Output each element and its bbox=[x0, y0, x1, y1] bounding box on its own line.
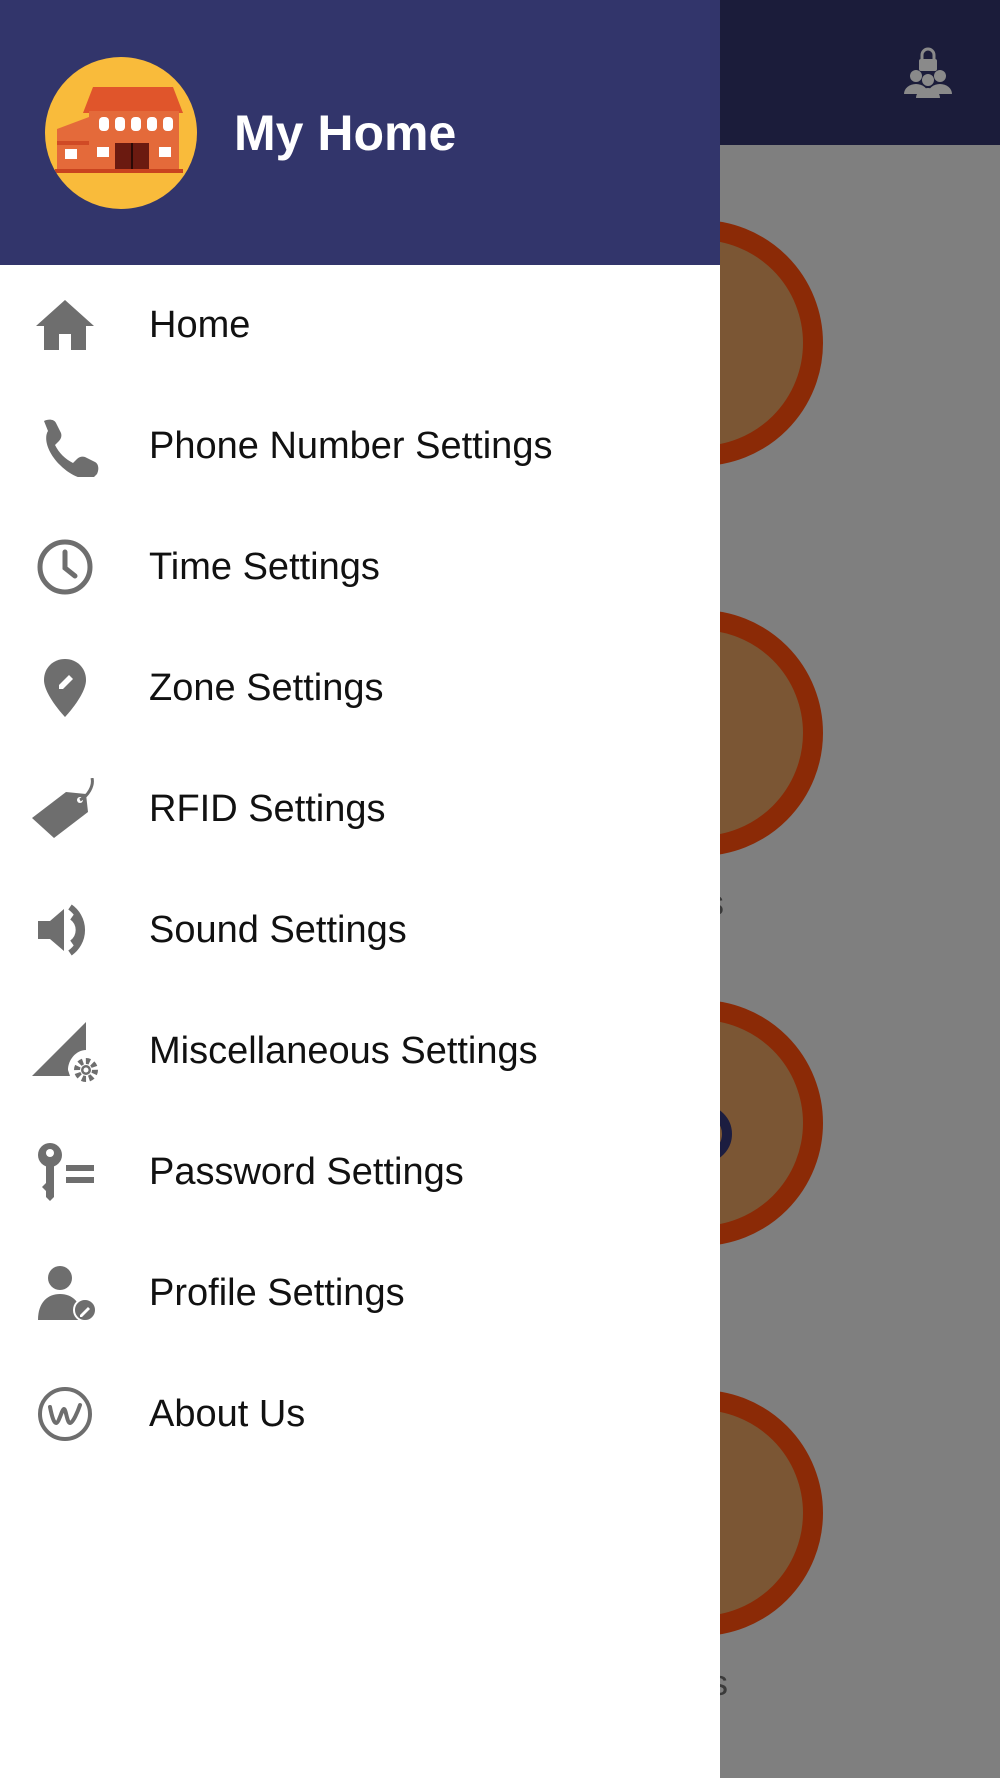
menu-item-about-us[interactable]: About Us bbox=[0, 1354, 720, 1475]
menu-item-time-settings[interactable]: Time Settings bbox=[0, 507, 720, 628]
home-avatar bbox=[45, 57, 197, 209]
menu-item-miscellaneous-settings[interactable]: Miscellaneous Settings bbox=[0, 991, 720, 1112]
menu-item-password-settings[interactable]: Password Settings bbox=[0, 1112, 720, 1233]
tag-icon bbox=[32, 778, 94, 838]
menu-item-label: Phone Number Settings bbox=[149, 425, 553, 467]
house-icon bbox=[55, 87, 183, 173]
users-lock-icon[interactable] bbox=[904, 46, 952, 98]
drawer-menu: Home Phone Number Settings Time Settings… bbox=[0, 265, 720, 1475]
menu-item-zone-settings[interactable]: Zone Settings bbox=[0, 628, 720, 749]
menu-item-rfid-settings[interactable]: RFID Settings bbox=[0, 749, 720, 870]
menu-item-label: Miscellaneous Settings bbox=[149, 1030, 538, 1072]
map-pin-edit-icon bbox=[44, 659, 86, 717]
key-list-icon bbox=[38, 1143, 94, 1201]
menu-item-label: Zone Settings bbox=[149, 667, 384, 709]
menu-item-label: Profile Settings bbox=[149, 1272, 405, 1314]
speaker-icon bbox=[38, 904, 85, 956]
menu-item-label: Time Settings bbox=[149, 546, 380, 588]
menu-item-label: Home bbox=[149, 304, 251, 346]
navigation-drawer: My Home Home Phone Number Settings Time … bbox=[0, 0, 720, 1778]
menu-item-home[interactable]: Home bbox=[0, 265, 720, 386]
menu-item-profile-settings[interactable]: Profile Settings bbox=[0, 1233, 720, 1354]
menu-item-sound-settings[interactable]: Sound Settings bbox=[0, 870, 720, 991]
drawer-header: My Home bbox=[0, 0, 720, 265]
signal-gear-icon bbox=[32, 1022, 98, 1082]
home-icon bbox=[36, 300, 94, 350]
clock-icon bbox=[37, 539, 93, 595]
menu-item-label: Password Settings bbox=[149, 1151, 464, 1193]
phone-icon bbox=[44, 419, 99, 477]
menu-item-label: Sound Settings bbox=[149, 909, 407, 951]
menu-item-label: About Us bbox=[149, 1393, 306, 1435]
drawer-title: My Home bbox=[234, 105, 457, 161]
menu-item-phone-number-settings[interactable]: Phone Number Settings bbox=[0, 386, 720, 507]
menu-item-label: RFID Settings bbox=[149, 788, 386, 830]
user-edit-icon bbox=[38, 1266, 97, 1322]
w-logo-icon bbox=[38, 1387, 92, 1441]
